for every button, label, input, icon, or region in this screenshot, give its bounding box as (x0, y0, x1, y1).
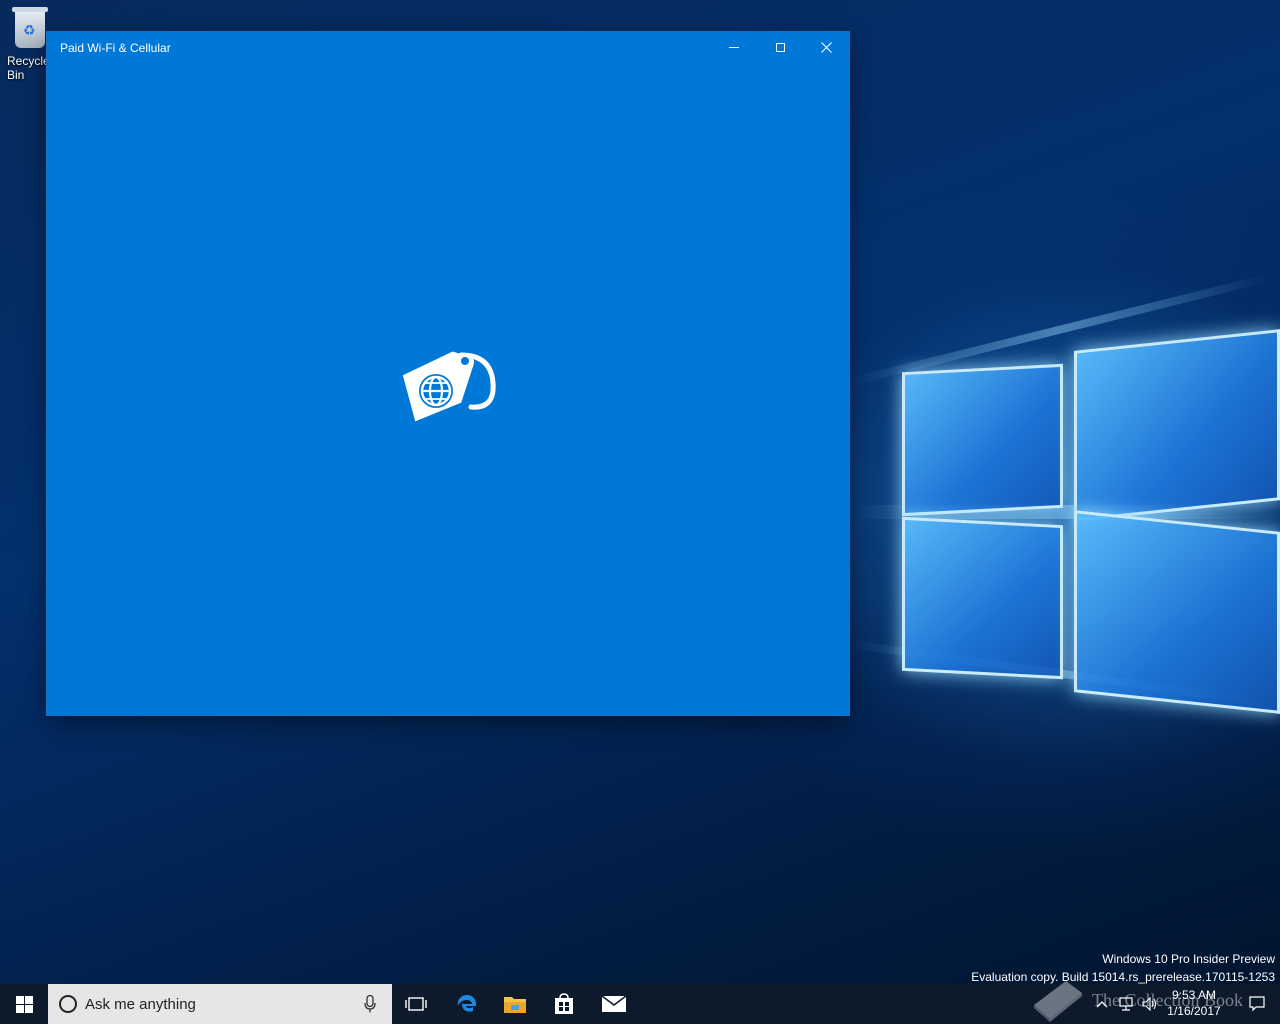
edge-button[interactable] (443, 984, 491, 1024)
search-box[interactable]: Ask me anything (48, 984, 392, 1024)
search-placeholder: Ask me anything (85, 996, 196, 1013)
store-button[interactable] (540, 984, 588, 1024)
notification-icon (1249, 996, 1265, 1012)
maximize-button[interactable] (757, 32, 803, 63)
minimize-icon (729, 47, 739, 48)
logo-pane (1074, 329, 1280, 522)
logo-pane (902, 363, 1063, 517)
maximize-icon (775, 43, 785, 52)
watermark-edition: Windows 10 Pro Insider Preview (1102, 952, 1275, 966)
app-window: Paid Wi-Fi & Cellular (47, 32, 849, 715)
task-view-icon (405, 997, 427, 1011)
mail-icon (601, 995, 627, 1012)
build-watermark: Windows 10 Pro Insider Preview Evaluatio… (971, 950, 1275, 984)
file-explorer-button[interactable] (491, 984, 539, 1024)
logo-pane (902, 516, 1063, 680)
cortana-icon (59, 995, 77, 1013)
book-logo-icon (1034, 981, 1082, 1022)
taskbar: Ask me anything 9:53 AM 1/16/2017 (0, 984, 1280, 1024)
mail-button[interactable] (590, 984, 638, 1024)
minimize-button[interactable] (711, 32, 757, 63)
file-explorer-icon (504, 997, 526, 1013)
task-view-button[interactable] (392, 984, 440, 1024)
logo-pane (1074, 510, 1280, 714)
recycle-bin-icon: ♻ (12, 7, 48, 48)
close-button[interactable] (803, 32, 849, 63)
window-title: Paid Wi-Fi & Cellular (60, 41, 171, 55)
sim-tag-globe-icon (402, 351, 496, 422)
collection-book-watermark: The Collection Book (1092, 990, 1243, 1010)
close-icon (820, 42, 832, 53)
windows-logo-icon (15, 995, 33, 1013)
store-icon (555, 993, 573, 1014)
start-button[interactable] (0, 984, 48, 1024)
edge-icon (457, 995, 477, 1012)
watermark-build: Evaluation copy. Build 15014.rs_prerelea… (971, 970, 1275, 984)
title-bar[interactable]: Paid Wi-Fi & Cellular (47, 32, 849, 63)
microphone-icon[interactable] (364, 995, 376, 1013)
